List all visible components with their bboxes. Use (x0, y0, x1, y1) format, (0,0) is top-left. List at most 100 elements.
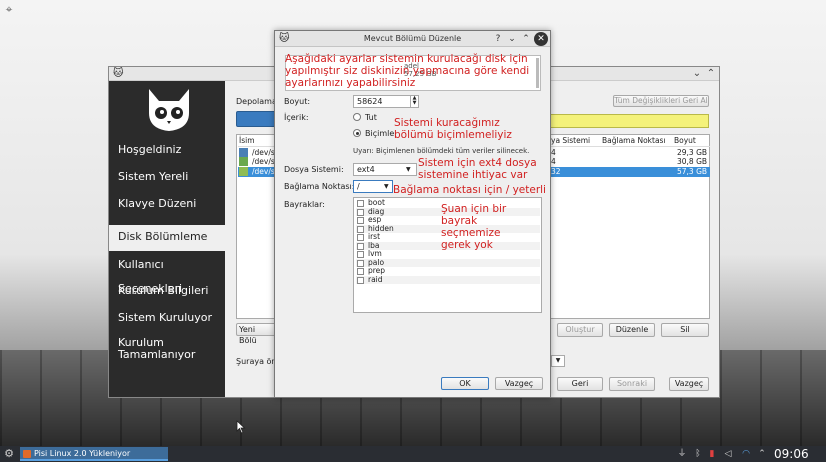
clock[interactable]: 09:06 (774, 446, 814, 462)
table-row-2-name[interactable]: /dev/s (252, 157, 275, 166)
mountpoint-label: Bağlama Noktası: (284, 182, 355, 191)
battery-icon[interactable]: ▮ (706, 447, 718, 461)
size-value: 58624 (357, 97, 383, 106)
create-button[interactable]: Oluştur (557, 323, 603, 337)
dialog-titlebar: 🐱 Mevcut Bölümü Düzenle ? ⌄ ⌃ ✕ (275, 31, 550, 47)
flag-label: raid (368, 274, 383, 284)
back-button[interactable]: Geri (557, 377, 603, 391)
table-row-1-name[interactable]: /dev/s (252, 148, 275, 157)
format-radio[interactable] (353, 129, 361, 137)
keep-label: Tut (365, 113, 377, 122)
taskbar-app-button[interactable]: Pisi Linux 2.0 Yükleniyor (20, 447, 168, 461)
help-icon[interactable]: ? (492, 32, 504, 46)
minimize-icon[interactable]: ⌄ (506, 32, 518, 46)
sidebar-item-locale[interactable]: Sistem Yereli (109, 165, 225, 189)
column-filesystem: ya Sistemi (551, 136, 591, 145)
column-size: Boyut (674, 136, 696, 145)
installer-sidebar: Hoşgeldiniz Sistem Yereli Klavye Düzeni … (109, 81, 225, 397)
table-row-3-name[interactable]: /dev/s (252, 167, 275, 176)
installer-task-icon (23, 450, 31, 458)
sidebar-item-finished[interactable]: Kurulum Tamamlanıyor (109, 334, 209, 364)
application-launcher-icon[interactable]: ⚙ (2, 447, 16, 461)
wifi-icon[interactable]: ◠ (740, 447, 752, 461)
maximize-icon[interactable]: ⌃ (705, 67, 717, 81)
ok-button[interactable]: OK (441, 377, 489, 390)
minimize-icon[interactable]: ⌄ (691, 67, 703, 81)
sidebar-item-partitioning[interactable]: Disk Bölümleme (109, 225, 225, 251)
next-button[interactable]: Sonraki (609, 377, 655, 391)
annotation-ext4: Sistem için ext4 dosya sistemine ihtiyac… (418, 157, 537, 181)
table-row-2-fs: 4 (551, 157, 556, 166)
storage-label: Depolama (236, 97, 277, 106)
table-row-3-size: 57,3 GB (677, 167, 708, 176)
checkbox[interactable] (357, 242, 364, 250)
flag-raid[interactable]: raid (356, 274, 540, 284)
checkbox[interactable] (357, 259, 364, 267)
format-label: Biçimle (365, 129, 395, 138)
checkbox[interactable] (357, 225, 364, 233)
flag-prep[interactable]: prep (356, 266, 540, 276)
revert-all-button[interactable]: Tüm Değişiklikleri Geri Al (613, 95, 709, 107)
kde-plasma-icon[interactable]: ⌖ (2, 2, 16, 16)
table-row-1-size: 29,3 GB (677, 148, 708, 157)
app-icon: 🐱 (113, 68, 124, 79)
keep-radio[interactable] (353, 113, 361, 121)
annotation-mountpoint: Bağlama noktası için / yeterli (393, 184, 546, 196)
annotation-format: Sistemi kuracağımız bölümü biçimlemeliyi… (394, 117, 512, 141)
sidebar-item-installing[interactable]: Sistem Kuruluyor (109, 306, 225, 330)
taskbar-app-label: Pisi Linux 2.0 Yükleniyor (34, 449, 131, 458)
edit-button[interactable]: Düzenle (609, 323, 655, 337)
checkbox[interactable] (357, 208, 364, 216)
volume-icon[interactable]: ◁ (722, 447, 734, 461)
format-warning: Uyarı: Biçimlenen bölümdeki tüm veriler … (353, 147, 530, 155)
checkbox[interactable] (357, 234, 364, 241)
bootloader-label: Şuraya ön (236, 357, 277, 366)
table-row-1-fs: 4 (551, 148, 556, 157)
annotation-flags: Şuan için bir bayrak seçmemize gerek yok (441, 203, 507, 251)
dialog-cancel-button[interactable]: Vazgeç (495, 377, 543, 390)
chevron-down-icon: ▼ (406, 166, 411, 173)
sidebar-item-keyboard[interactable]: Klavye Düzeni (109, 192, 225, 216)
checkbox[interactable] (357, 217, 364, 224)
checkbox[interactable] (357, 276, 364, 284)
size-label: Boyut: (284, 97, 311, 106)
sidebar-item-users[interactable]: Kullanıcı Seçenekleri (109, 253, 225, 295)
sidebar-item-welcome[interactable]: Hoşgeldiniz (109, 138, 225, 162)
partition-color-swatch (239, 167, 248, 176)
partition-color-swatch (239, 148, 248, 157)
table-row-2-size: 30,8 GB (677, 157, 708, 166)
filesystem-label: Dosya Sistemi: (284, 165, 344, 174)
chevron-down-icon: ▼ (384, 183, 389, 190)
filesystem-dropdown[interactable]: ext4 ▼ (353, 163, 417, 176)
cancel-install-button[interactable]: Vazgeç (669, 377, 709, 391)
column-mountpoint: Bağlama Noktası (602, 136, 666, 145)
column-name: İsim (239, 136, 255, 145)
filesystem-value: ext4 (357, 165, 375, 174)
pisi-cat-logo (149, 89, 189, 131)
delete-button[interactable]: Sil (661, 323, 709, 337)
sidebar-item-summary[interactable]: Kurulum Bilgileri (109, 279, 225, 303)
size-spinbox[interactable]: 58624 ▲ ▼ (353, 95, 419, 108)
table-row-3-fs: 32 (551, 167, 561, 176)
flags-label: Bayraklar: (284, 200, 325, 209)
new-partition-table-button[interactable]: Yeni Bölü (236, 323, 276, 345)
close-icon[interactable]: ✕ (534, 32, 548, 46)
usb-icon[interactable]: ⏚ (676, 447, 688, 461)
content-label: İçerik: (284, 113, 309, 122)
bootloader-dropdown[interactable]: ▼ (551, 355, 565, 367)
mouse-cursor-icon (236, 420, 246, 434)
taskbar: ⚙ Pisi Linux 2.0 Yükleniyor ⏚ ᛒ ▮ ◁ ◠ ⌃ … (0, 446, 826, 462)
checkbox[interactable] (357, 251, 364, 258)
checkbox[interactable] (357, 200, 364, 207)
partition-color-swatch (239, 157, 248, 166)
mountpoint-combobox[interactable]: / ▼ (353, 180, 393, 193)
annotation-settings: Aşağıdaki ayarlar sistemin kurulacağı di… (285, 53, 530, 89)
maximize-icon[interactable]: ⌃ (520, 32, 532, 46)
partition-highlight-bar (549, 114, 709, 128)
bluetooth-icon[interactable]: ᛒ (692, 447, 704, 461)
mountpoint-value: / (357, 182, 360, 191)
checkbox[interactable] (357, 268, 364, 275)
arrow-up-icon[interactable]: ⌃ (756, 447, 768, 461)
info-scrollbar[interactable] (536, 58, 539, 88)
spin-arrows-icon[interactable]: ▲ ▼ (410, 96, 418, 107)
